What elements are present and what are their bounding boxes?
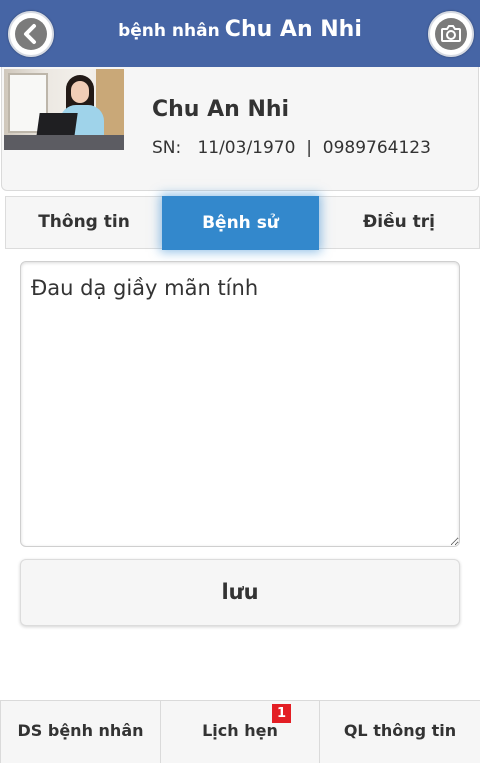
page-title: bệnh nhân Chu An Nhi bbox=[60, 17, 420, 51]
tab-dieu-tri[interactable]: Điều trị bbox=[319, 197, 479, 248]
app: bệnh nhân Chu An Nhi Chu An Nhi SN: 11/0… bbox=[0, 0, 480, 763]
camera-button[interactable] bbox=[428, 11, 474, 57]
footer-nav: DS bệnh nhân Lịch hẹn QL thông tin 1 bbox=[0, 700, 480, 763]
back-button[interactable] bbox=[8, 11, 54, 57]
save-button[interactable]: lưu bbox=[20, 559, 460, 626]
patient-card: Chu An Nhi SN: 11/03/1970 | 0989764123 bbox=[1, 67, 479, 191]
tab-benh-su[interactable]: Bệnh sử bbox=[162, 196, 319, 250]
patient-info: SN: 11/03/1970 | 0989764123 bbox=[152, 138, 431, 158]
back-arrow-icon bbox=[15, 18, 47, 50]
nav-patient-list[interactable]: DS bệnh nhân bbox=[0, 701, 161, 763]
tab-bar: Thông tin Bệnh sử Điều trị bbox=[5, 196, 480, 250]
patient-photo bbox=[4, 69, 124, 150]
camera-icon bbox=[435, 18, 467, 50]
appointment-count-badge: 1 bbox=[272, 704, 291, 723]
page-title-name: Chu An Nhi bbox=[224, 17, 362, 42]
tab-thong-tin[interactable]: Thông tin bbox=[6, 197, 162, 248]
medical-history-textarea[interactable]: Đau dạ giầy mãn tính bbox=[20, 261, 460, 547]
patient-name: Chu An Nhi bbox=[152, 97, 290, 122]
nav-appointments[interactable]: Lịch hẹn bbox=[161, 701, 320, 763]
page-title-prefix: bệnh nhân bbox=[118, 21, 220, 41]
nav-info-management[interactable]: QL thông tin bbox=[320, 701, 480, 763]
header-bar: bệnh nhân Chu An Nhi bbox=[0, 0, 480, 67]
